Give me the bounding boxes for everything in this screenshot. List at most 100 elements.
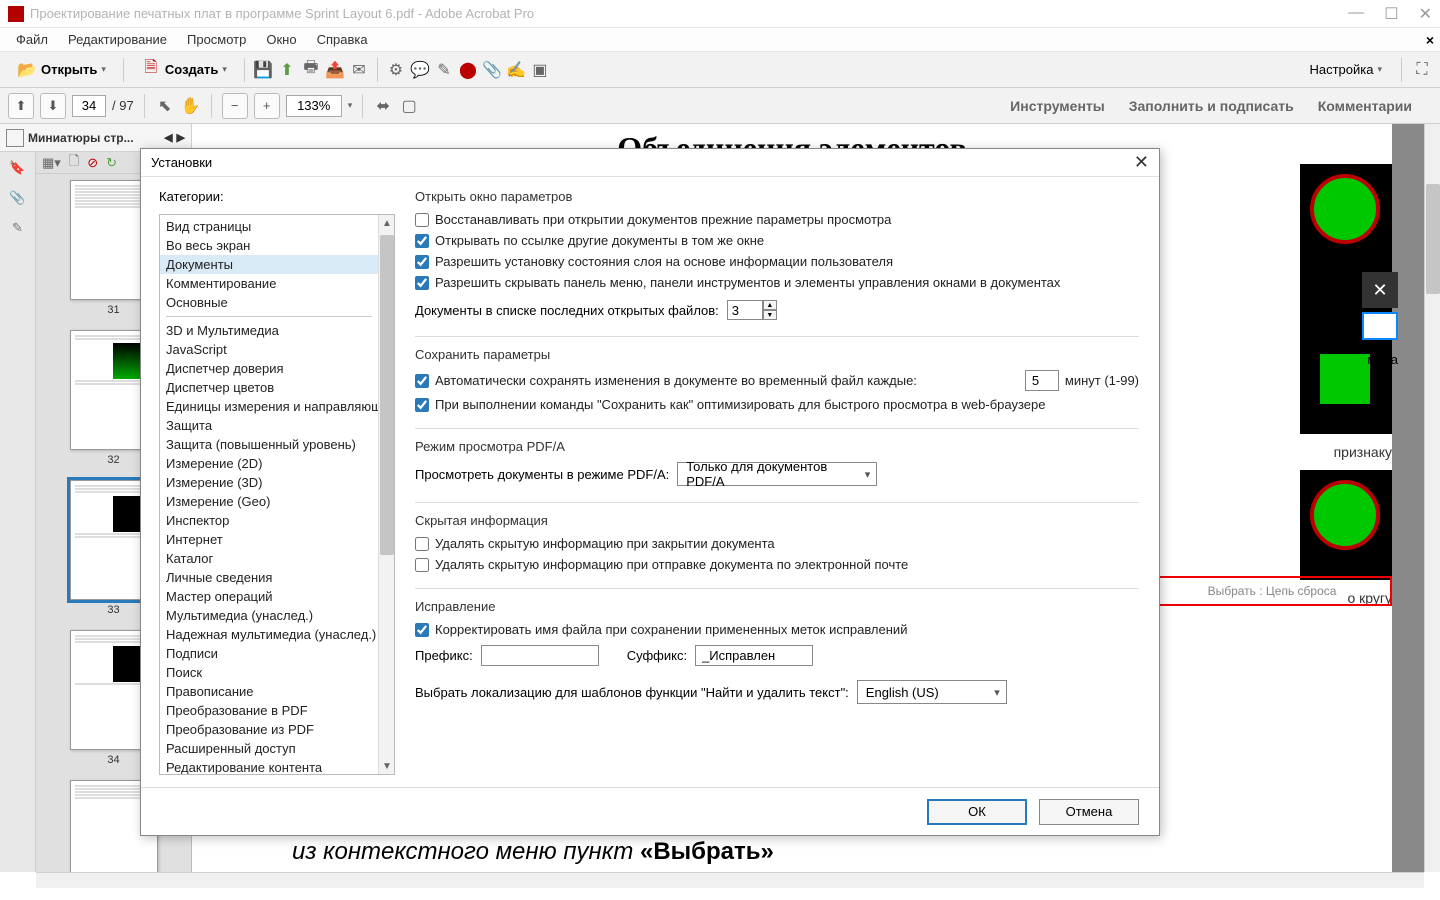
spin-up-icon[interactable]: ▲ bbox=[763, 300, 777, 310]
category-item[interactable]: JavaScript bbox=[160, 340, 378, 359]
zoom-in-button[interactable]: + bbox=[254, 93, 280, 119]
page-down-button[interactable]: ⬇ bbox=[40, 93, 66, 119]
chk-adjust-filename[interactable]: Корректировать имя файла при сохранении … bbox=[415, 622, 1139, 637]
delete-page-icon[interactable]: ⊘ bbox=[87, 155, 98, 171]
category-item[interactable]: Защита bbox=[160, 416, 378, 435]
customize-button[interactable]: Настройка ▾ bbox=[1300, 58, 1391, 81]
expand-icon[interactable]: ▶ bbox=[177, 131, 185, 144]
chk-autosave[interactable]: Автоматически сохранять изменения в доку… bbox=[415, 370, 1139, 391]
autosave-minutes-input[interactable] bbox=[1025, 370, 1059, 391]
category-item[interactable]: Измерение (3D) bbox=[160, 473, 378, 492]
categories-listbox[interactable]: Вид страницыВо весь экранДокументыКоммен… bbox=[159, 214, 395, 775]
category-item[interactable]: Личные сведения bbox=[160, 568, 378, 587]
chk-layer-state[interactable]: Разрешить установку состояния слоя на ос… bbox=[415, 254, 1139, 269]
category-item[interactable]: Во весь экран bbox=[160, 236, 378, 255]
attach-icon[interactable]: 📎 bbox=[482, 60, 502, 80]
category-item[interactable]: Вид страницы bbox=[160, 217, 378, 236]
maximize-icon[interactable]: ☐ bbox=[1384, 4, 1398, 24]
chk-hide-ui[interactable]: Разрешить скрывать панель меню, панели и… bbox=[415, 275, 1139, 290]
checkbox[interactable] bbox=[415, 255, 429, 269]
chk-remove-hidden-close[interactable]: Удалять скрытую информацию при закрытии … bbox=[415, 536, 1139, 551]
category-item[interactable]: Преобразование из PDF bbox=[160, 720, 378, 739]
suffix-input[interactable] bbox=[695, 645, 813, 666]
tool-icon[interactable]: ▣ bbox=[530, 60, 550, 80]
menu-window[interactable]: Окно bbox=[256, 30, 306, 49]
menu-close-doc-icon[interactable]: × bbox=[1426, 32, 1434, 48]
category-item[interactable]: Мультимедиа (унаслед.) bbox=[160, 606, 378, 625]
spin-down-icon[interactable]: ▼ bbox=[763, 310, 777, 320]
collapse-icon[interactable]: ◀ bbox=[164, 131, 172, 144]
category-item[interactable]: Каталог bbox=[160, 549, 378, 568]
share-icon[interactable]: 📤 bbox=[325, 60, 345, 80]
close-icon[interactable]: ✕ bbox=[1419, 4, 1432, 24]
chk-open-links-same-window[interactable]: Открывать по ссылке другие документы в т… bbox=[415, 233, 1139, 248]
sign-icon[interactable]: ✍ bbox=[506, 60, 526, 80]
pdfa-mode-select[interactable]: Только для документов PDF/A bbox=[677, 462, 877, 486]
cancel-button[interactable]: Отмена bbox=[1039, 799, 1139, 825]
tab-comments[interactable]: Комментарии bbox=[1318, 98, 1412, 114]
checkbox[interactable] bbox=[415, 374, 429, 388]
locale-select[interactable]: English (US) bbox=[857, 680, 1007, 704]
category-item[interactable]: Редактирование контента bbox=[160, 758, 378, 774]
category-item[interactable]: Интернет bbox=[160, 530, 378, 549]
checkbox[interactable] bbox=[415, 398, 429, 412]
checkbox[interactable] bbox=[415, 213, 429, 227]
create-button[interactable]: 🗎 Создать ▾ bbox=[132, 56, 236, 84]
select-tool-icon[interactable]: ⬉ bbox=[155, 96, 175, 116]
checkbox[interactable] bbox=[415, 234, 429, 248]
dialog-close-icon[interactable]: ✕ bbox=[1134, 152, 1149, 173]
recent-files-input[interactable] bbox=[727, 300, 763, 320]
prefix-input[interactable] bbox=[481, 645, 599, 666]
category-item[interactable]: Надежная мультимедиа (унаслед.) bbox=[160, 625, 378, 644]
email-icon[interactable]: ✉ bbox=[349, 60, 369, 80]
chk-remove-hidden-email[interactable]: Удалять скрытую информацию при отправке … bbox=[415, 557, 1139, 572]
open-button[interactable]: 📂 Открыть ▾ bbox=[8, 56, 115, 84]
category-item[interactable]: Измерение (Geo) bbox=[160, 492, 378, 511]
category-item[interactable]: Основные bbox=[160, 293, 378, 312]
checkbox[interactable] bbox=[415, 276, 429, 290]
print-icon[interactable]: 🖶 bbox=[301, 60, 321, 80]
options-icon[interactable]: ▦▾ bbox=[42, 155, 61, 171]
category-item[interactable]: Мастер операций bbox=[160, 587, 378, 606]
chk-restore-view[interactable]: Восстанавливать при открытии документов … bbox=[415, 212, 1139, 227]
new-page-icon[interactable]: 🗋 bbox=[69, 152, 79, 174]
fit-width-icon[interactable]: ⬌ bbox=[373, 96, 393, 116]
category-item[interactable]: Поиск bbox=[160, 663, 378, 682]
checkbox[interactable] bbox=[415, 623, 429, 637]
page-up-button[interactable]: ⬆ bbox=[8, 93, 34, 119]
ok-button[interactable]: ОК bbox=[927, 799, 1027, 825]
close-icon[interactable]: ✕ bbox=[1362, 272, 1398, 308]
checkbox[interactable] bbox=[415, 537, 429, 551]
attachment-icon[interactable]: 📎 bbox=[9, 190, 25, 206]
tab-tools[interactable]: Инструменты bbox=[1010, 98, 1105, 114]
hand-tool-icon[interactable]: ✋ bbox=[181, 96, 201, 116]
category-item[interactable]: Подписи bbox=[160, 644, 378, 663]
category-item[interactable]: Комментирование bbox=[160, 274, 378, 293]
categories-scrollbar[interactable]: ▲ ▼ bbox=[378, 215, 394, 774]
figure-input[interactable] bbox=[1362, 312, 1398, 340]
menu-view[interactable]: Просмотр bbox=[177, 30, 256, 49]
category-item[interactable]: Документы bbox=[160, 255, 378, 274]
menu-file[interactable]: Файл bbox=[6, 30, 58, 49]
gear-icon[interactable]: ⚙ bbox=[386, 60, 406, 80]
category-item[interactable]: Преобразование в PDF bbox=[160, 701, 378, 720]
menu-edit[interactable]: Редактирование bbox=[58, 30, 177, 49]
category-item[interactable]: 3D и Мультимедиа bbox=[160, 321, 378, 340]
export-icon[interactable]: ⬆ bbox=[277, 60, 297, 80]
scroll-up-icon[interactable]: ▲ bbox=[379, 215, 395, 231]
checkbox[interactable] bbox=[415, 558, 429, 572]
category-item[interactable]: Диспетчер доверия bbox=[160, 359, 378, 378]
signature-icon[interactable]: ✎ bbox=[12, 220, 23, 236]
category-item[interactable]: Правописание bbox=[160, 682, 378, 701]
page-number-input[interactable] bbox=[72, 95, 106, 117]
fullscreen-icon[interactable]: ⛶ bbox=[1412, 60, 1432, 80]
category-item[interactable]: Инспектор bbox=[160, 511, 378, 530]
dropdown-icon[interactable]: ▾ bbox=[348, 100, 353, 111]
zoom-input[interactable] bbox=[286, 95, 342, 117]
comment-icon[interactable]: 💬 bbox=[410, 60, 430, 80]
rotate-icon[interactable]: ↻ bbox=[106, 155, 117, 171]
highlight-icon[interactable]: ✎ bbox=[434, 60, 454, 80]
menu-help[interactable]: Справка bbox=[307, 30, 378, 49]
category-item[interactable]: Измерение (2D) bbox=[160, 454, 378, 473]
recent-files-spinner[interactable]: ▲▼ bbox=[727, 300, 777, 320]
